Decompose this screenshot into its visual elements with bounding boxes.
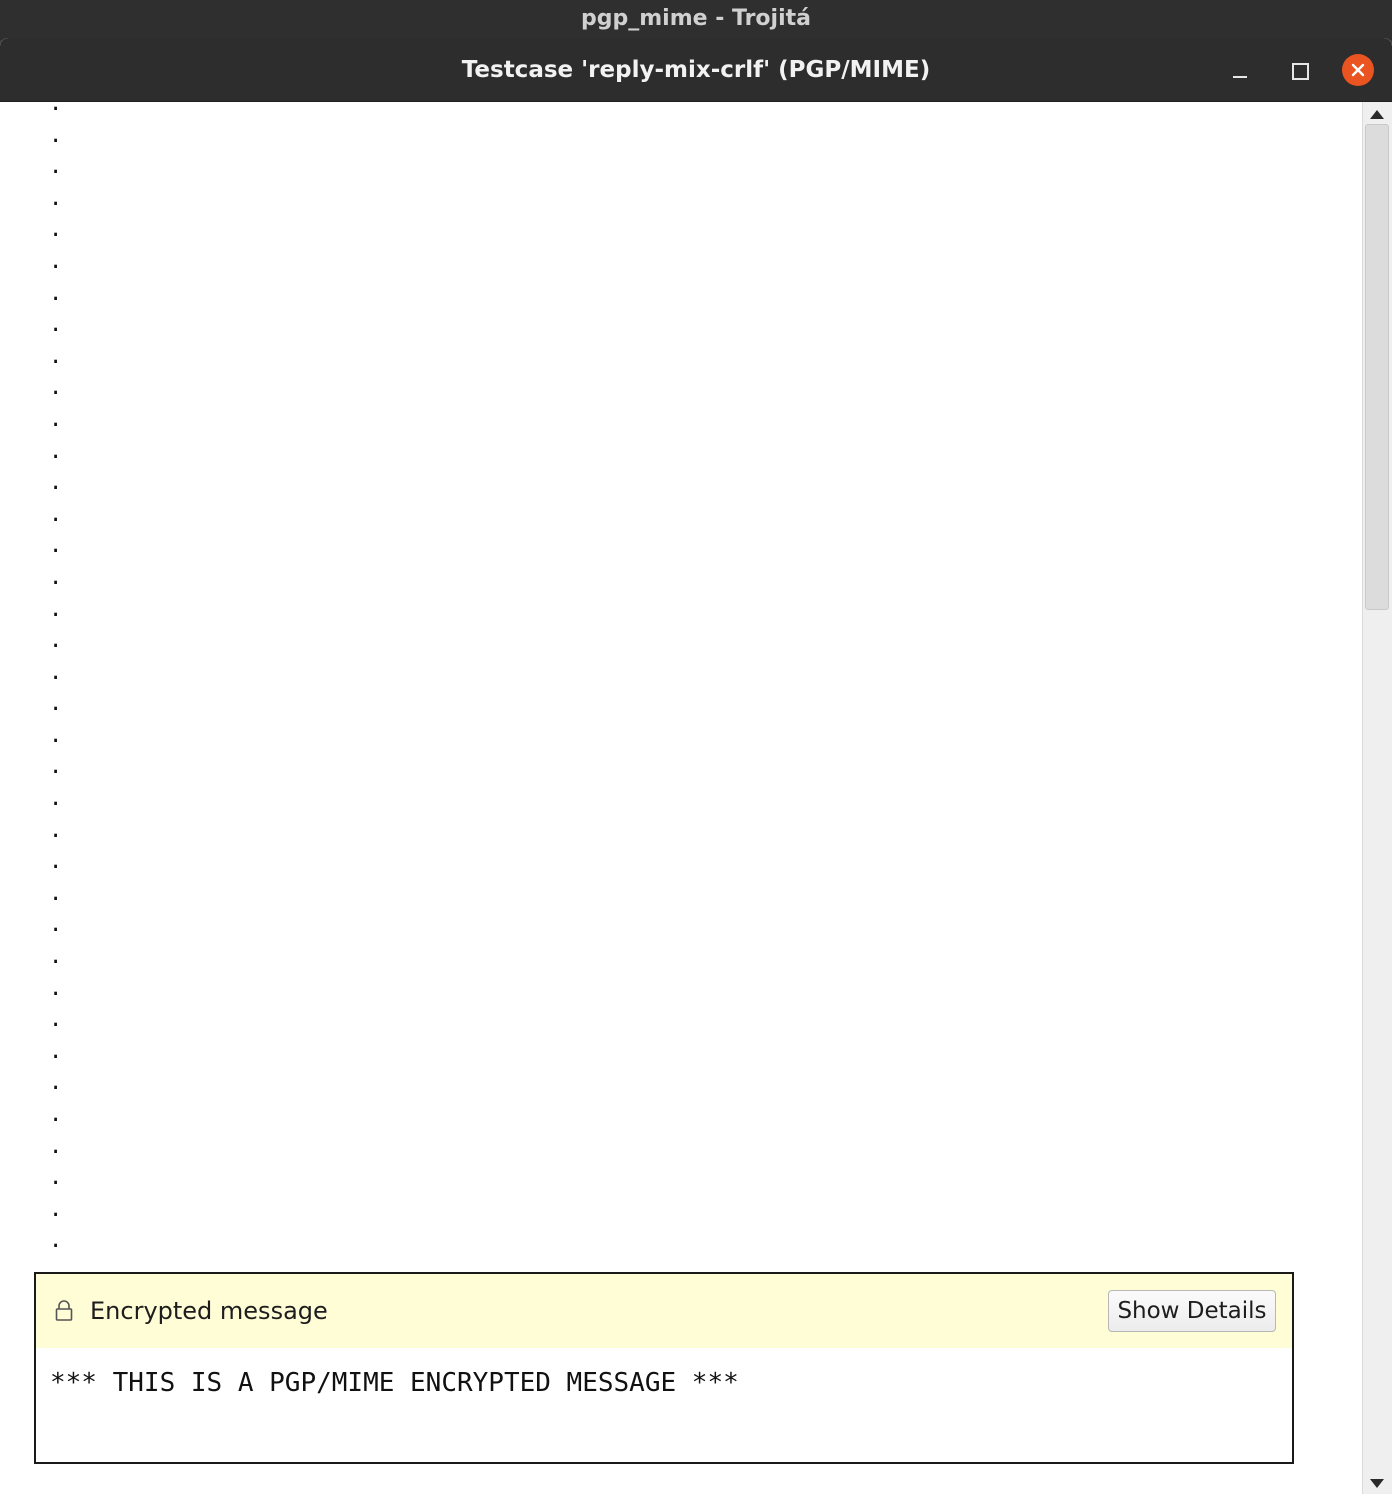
message-window: Testcase 'reply-mix-crlf' (PGP/MIME) . .…	[0, 38, 1392, 1494]
scroll-down-arrow-icon[interactable]	[1370, 1479, 1384, 1488]
parent-window-titlebar: pgp_mime - Trojitá	[0, 0, 1392, 40]
window-titlebar[interactable]: Testcase 'reply-mix-crlf' (PGP/MIME)	[0, 38, 1392, 102]
lock-icon	[54, 1299, 74, 1327]
encryption-banner: Encrypted message Show Details	[36, 1274, 1292, 1348]
maximize-icon[interactable]	[1283, 54, 1315, 86]
encrypted-message-text: *** THIS IS A PGP/MIME ENCRYPTED MESSAGE…	[50, 1368, 739, 1398]
encrypted-part-frame: Encrypted message Show Details *** THIS …	[34, 1272, 1294, 1464]
message-view[interactable]: . . . . . . . . . . . . . . . . . . . . …	[0, 102, 1362, 1494]
vertical-scrollbar[interactable]	[1362, 102, 1392, 1494]
show-details-button[interactable]: Show Details	[1108, 1290, 1276, 1332]
parent-window-title: pgp_mime - Trojitá	[580, 6, 811, 31]
scroll-up-arrow-icon[interactable]	[1370, 110, 1384, 119]
minimize-icon[interactable]	[1224, 54, 1256, 86]
close-icon[interactable]	[1342, 54, 1374, 86]
encryption-status-label: Encrypted message	[90, 1297, 328, 1325]
message-body: . . . . . . . . . . . . . . . . . . . . …	[0, 102, 1362, 1494]
message-dot-lines: . . . . . . . . . . . . . . . . . . . . …	[49, 102, 63, 1285]
window-title: Testcase 'reply-mix-crlf' (PGP/MIME)	[461, 57, 931, 83]
scrollbar-thumb[interactable]	[1365, 124, 1389, 610]
